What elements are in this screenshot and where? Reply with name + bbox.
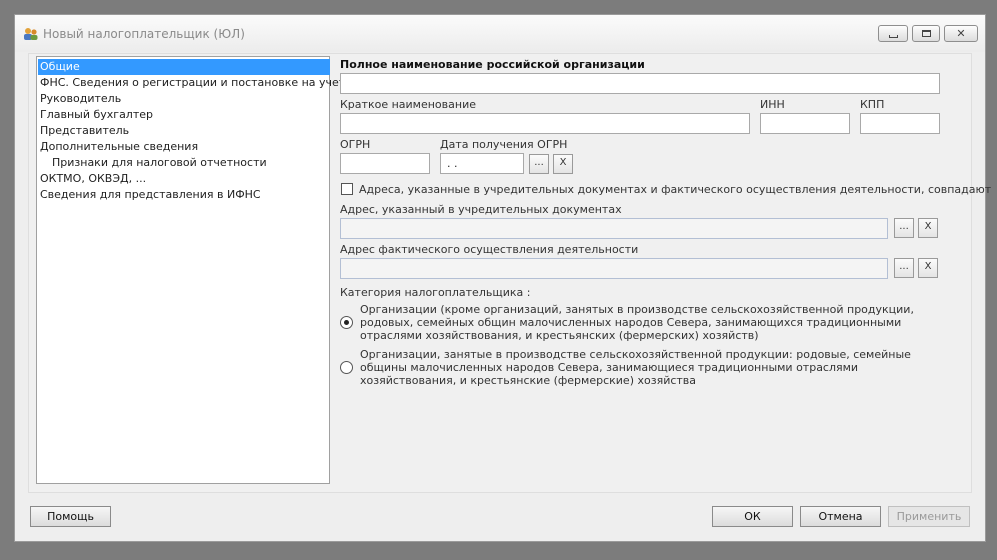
inn-input[interactable] xyxy=(760,113,850,134)
nav-item-general[interactable]: Общие xyxy=(38,59,330,75)
help-button[interactable]: Помощь xyxy=(30,506,111,527)
category-option-2-radio[interactable] xyxy=(340,361,353,374)
legal-address-label: Адрес, указанный в учредительных докумен… xyxy=(340,203,622,216)
minimize-button[interactable] xyxy=(878,25,908,42)
title-bar[interactable]: Новый налогоплательщик (ЮЛ) ✕ xyxy=(15,15,985,52)
maximize-icon xyxy=(921,30,931,37)
nav-item-chief-accountant[interactable]: Главный бухгалтер xyxy=(38,107,153,123)
same-address-label[interactable]: Адреса, указанные в учредительных докуме… xyxy=(359,183,991,196)
legal-address-browse-button[interactable]: ... xyxy=(894,218,914,238)
ok-button[interactable]: ОК xyxy=(712,506,793,527)
nav-item-fns-registration[interactable]: ФНС. Сведения о регистрации и постановке… xyxy=(38,75,345,91)
window-title: Новый налогоплательщик (ЮЛ) xyxy=(43,27,245,41)
cancel-button[interactable]: Отмена xyxy=(800,506,881,527)
nav-item-representative[interactable]: Представитель xyxy=(38,123,129,139)
category-option-2-label[interactable]: Организации, занятые в производстве сель… xyxy=(360,348,945,387)
kpp-input[interactable] xyxy=(860,113,940,134)
actual-address-label: Адрес фактического осуществления деятель… xyxy=(340,243,639,256)
section-list[interactable]: Общие ФНС. Сведения о регистрации и пост… xyxy=(36,56,345,484)
minimize-icon xyxy=(888,34,898,38)
kpp-label: КПП xyxy=(860,98,885,111)
full-name-input[interactable] xyxy=(340,73,940,94)
inn-label: ИНН xyxy=(760,98,785,111)
legal-address-input[interactable] xyxy=(340,218,888,239)
radio-selected-dot xyxy=(344,320,349,325)
nav-item-director[interactable]: Руководитель xyxy=(38,91,121,107)
ogrn-date-label: Дата получения ОГРН xyxy=(440,138,568,151)
actual-address-browse-button[interactable]: ... xyxy=(894,258,914,278)
close-icon: ✕ xyxy=(956,27,966,40)
taxpayer-icon xyxy=(23,27,39,41)
legal-address-clear-button[interactable]: X xyxy=(918,218,938,238)
ogrn-label: ОГРН xyxy=(340,138,371,151)
short-name-label: Краткое наименование xyxy=(340,98,476,111)
ogrn-input[interactable] xyxy=(340,153,430,174)
maximize-button[interactable] xyxy=(912,25,940,42)
short-name-input[interactable] xyxy=(340,113,750,134)
category-option-1-label[interactable]: Организации (кроме организаций, занятых … xyxy=(360,303,945,342)
same-address-checkbox[interactable] xyxy=(341,183,353,195)
category-option-1-radio[interactable] xyxy=(340,316,353,329)
ogrn-date-picker-button[interactable]: ... xyxy=(529,154,549,174)
nav-item-tax-reporting-flags[interactable]: Признаки для налоговой отчетности xyxy=(38,155,267,171)
nav-item-oktmo-okved[interactable]: ОКТМО, ОКВЭД, ... xyxy=(38,171,146,187)
category-label: Категория налогоплательщика : xyxy=(340,286,531,299)
dialog-window: Новый налогоплательщик (ЮЛ) ✕ Общие ФНС.… xyxy=(14,14,991,542)
ogrn-date-clear-button[interactable]: X xyxy=(553,154,573,174)
nav-item-ifns-info[interactable]: Сведения для представления в ИФНС xyxy=(38,187,261,203)
actual-address-clear-button[interactable]: X xyxy=(918,258,938,278)
nav-item-additional-info[interactable]: Дополнительные сведения xyxy=(38,139,198,155)
full-name-label: Полное наименование российской организац… xyxy=(340,58,645,71)
close-button[interactable]: ✕ xyxy=(944,25,978,42)
actual-address-input[interactable] xyxy=(340,258,888,279)
apply-button[interactable]: Применить xyxy=(888,506,970,527)
ogrn-date-input[interactable]: . . xyxy=(440,153,524,174)
